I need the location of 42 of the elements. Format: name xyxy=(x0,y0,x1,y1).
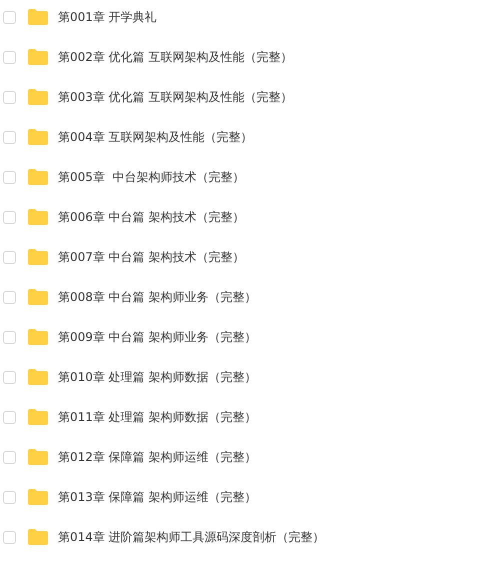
checkbox[interactable] xyxy=(3,250,16,264)
folder-name[interactable]: 第009章 中台篇 架构师业务（完整） xyxy=(58,328,257,346)
checkbox[interactable] xyxy=(3,210,16,224)
folder-name[interactable]: 第007章 中台篇 架构技术（完整） xyxy=(58,248,245,266)
folder-icon xyxy=(28,489,48,505)
checkbox[interactable] xyxy=(3,330,16,344)
folder-icon xyxy=(28,409,48,425)
folder-icon xyxy=(28,289,48,305)
folder-icon xyxy=(28,49,48,65)
checkbox[interactable] xyxy=(3,490,16,504)
folder-name[interactable]: 第003章 优化篇 互联网架构及性能（完整） xyxy=(58,88,293,106)
folder-icon xyxy=(28,329,48,345)
folder-name[interactable]: 第012章 保障篇 架构师运维（完整） xyxy=(58,448,257,466)
checkbox[interactable] xyxy=(3,370,16,384)
folder-icon xyxy=(28,369,48,385)
checkbox[interactable] xyxy=(3,410,16,424)
folder-name[interactable]: 第006章 中台篇 架构技术（完整） xyxy=(58,208,245,226)
folder-icon xyxy=(28,529,48,545)
checkbox[interactable] xyxy=(3,10,16,24)
folder-icon xyxy=(28,89,48,105)
folder-name[interactable]: 第011章 处理篇 架构师数据（完整） xyxy=(58,408,257,426)
folder-icon xyxy=(28,249,48,265)
folder-icon xyxy=(28,9,48,25)
folder-icon xyxy=(28,169,48,185)
checkbox[interactable] xyxy=(3,290,16,304)
folder-name[interactable]: 第002章 优化篇 互联网架构及性能（完整） xyxy=(58,48,293,66)
checkbox[interactable] xyxy=(3,90,16,104)
folder-name[interactable]: 第013章 保障篇 架构师运维（完整） xyxy=(58,488,257,506)
checkbox[interactable] xyxy=(3,530,16,544)
checkbox[interactable] xyxy=(3,130,16,144)
folder-name[interactable]: 第001章 开学典礼 xyxy=(58,8,157,26)
folder-icon xyxy=(28,129,48,145)
folder-name[interactable]: 第008章 中台篇 架构师业务（完整） xyxy=(58,288,257,306)
folder-name[interactable]: 第014章 进阶篇架构师工具源码深度剖析（完整） xyxy=(58,528,325,546)
checkbox[interactable] xyxy=(3,50,16,64)
folder-name[interactable]: 第010章 处理篇 架构师数据（完整） xyxy=(58,368,257,386)
checkbox[interactable] xyxy=(3,450,16,464)
folder-icon xyxy=(28,449,48,465)
folder-name[interactable]: 第005章 中台架构师技术（完整） xyxy=(58,168,245,186)
folder-name[interactable]: 第004章 互联网架构及性能（完整） xyxy=(58,128,253,146)
checkbox[interactable] xyxy=(3,170,16,184)
folder-icon xyxy=(28,209,48,225)
